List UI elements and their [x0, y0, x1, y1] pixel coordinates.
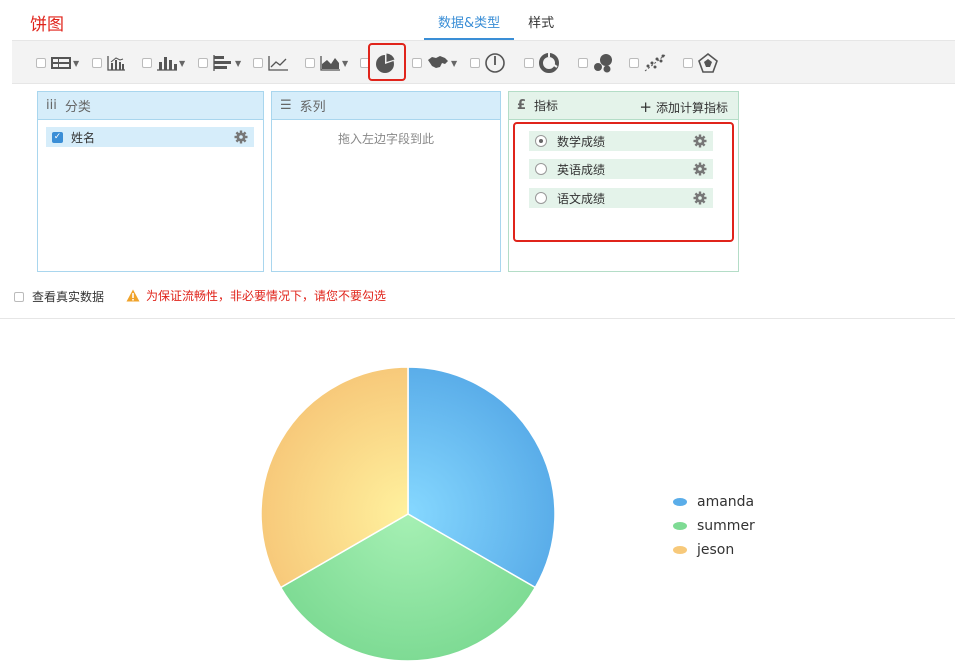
checkbox[interactable]: [683, 58, 693, 68]
pie-chart: [260, 366, 556, 662]
chart-type-gauge[interactable]: [470, 53, 506, 73]
chevron-down-icon: ▼: [342, 58, 349, 68]
page-title: 饼图: [30, 15, 64, 35]
chevron-down-icon: ▼: [451, 58, 458, 68]
checkbox-checked-icon[interactable]: ✓: [52, 131, 63, 143]
chart-type-map[interactable]: ▼: [412, 53, 457, 73]
add-measure-label: 添加计算指标: [655, 101, 728, 115]
ring-icon: [539, 53, 559, 73]
checkbox[interactable]: [92, 58, 102, 68]
category-field-item[interactable]: ✓ 姓名: [46, 127, 254, 147]
combo-bar-icon: [107, 56, 125, 71]
legend-item-amanda[interactable]: amanda: [673, 490, 755, 514]
legend-swatch: [673, 522, 687, 530]
series-panel-header: ☰ 系列: [272, 92, 500, 120]
plus-icon: +: [639, 98, 652, 116]
chart-type-combo-bar[interactable]: [92, 53, 126, 73]
checkbox[interactable]: [14, 291, 24, 302]
series-drop-hint: 拖入左边字段到此: [337, 132, 434, 146]
chevron-down-icon: ▼: [73, 58, 80, 68]
gear-icon[interactable]: [234, 130, 248, 144]
gauge-icon: [485, 53, 505, 73]
list-icon: ☰: [280, 98, 292, 113]
checkbox[interactable]: [412, 58, 422, 68]
checkbox[interactable]: [253, 58, 263, 68]
measure-highlight: [513, 122, 734, 242]
tab-style[interactable]: 样式: [514, 0, 568, 40]
checkbox[interactable]: [305, 58, 315, 68]
tab-bar: 数据&类型 样式: [424, 0, 568, 40]
legend-item-jeson[interactable]: jeson: [673, 538, 755, 562]
scatter-icon: [644, 54, 666, 72]
legend-label: amanda: [697, 494, 755, 510]
legend-swatch: [673, 498, 687, 506]
category-panel: iii 分类 ✓ 姓名: [37, 91, 264, 272]
chart-type-scatter[interactable]: [629, 53, 667, 73]
tab-data-type[interactable]: 数据&类型: [424, 0, 515, 40]
map-icon: [428, 56, 448, 68]
chart-type-ring[interactable]: [524, 53, 560, 73]
table-icon: [51, 57, 71, 69]
area-icon: [320, 56, 340, 71]
checkbox[interactable]: [578, 58, 588, 68]
checkbox[interactable]: [524, 58, 534, 68]
real-data-label: 查看真实数据: [32, 290, 105, 304]
category-panel-title: 分类: [64, 100, 91, 115]
chart-type-bar[interactable]: ▼: [142, 53, 185, 73]
selected-chart-highlight: [368, 43, 406, 81]
chart-type-area[interactable]: ▼: [305, 53, 348, 73]
bar-icon: [157, 57, 177, 71]
warning-text: 为保证流畅性，非必要情况下，请您不要勾选: [146, 289, 387, 303]
checkbox[interactable]: [142, 58, 152, 68]
checkbox[interactable]: [198, 58, 208, 68]
warning-message: 为保证流畅性，非必要情况下，请您不要勾选: [126, 287, 386, 304]
horizontal-bar-icon: [213, 55, 231, 71]
divider: [0, 318, 955, 319]
legend-label: summer: [697, 518, 755, 534]
legend-swatch: [673, 546, 687, 554]
chart-type-bubble[interactable]: [578, 53, 614, 73]
chart-type-line[interactable]: [253, 53, 289, 73]
radar-icon: [698, 52, 718, 73]
category-panel-header: iii 分类: [38, 92, 263, 120]
category-field-label: 姓名: [71, 130, 96, 145]
chart-type-table[interactable]: ▼: [36, 53, 79, 73]
real-data-option[interactable]: 查看真实数据: [14, 288, 104, 305]
indicator-panel-title: 指标: [534, 99, 559, 113]
checkbox[interactable]: [36, 58, 46, 68]
measure-icon: £: [517, 98, 527, 113]
series-panel-title: 系列: [299, 100, 326, 115]
legend-label: jeson: [697, 542, 735, 558]
chart-legend: amanda summer jeson: [673, 490, 755, 562]
legend-item-summer[interactable]: summer: [673, 514, 755, 538]
chart-type-radar[interactable]: [683, 52, 719, 73]
checkbox[interactable]: [629, 58, 639, 68]
indicator-panel-header: £ 指标 + 添加计算指标: [509, 92, 738, 120]
checkbox[interactable]: [470, 58, 480, 68]
chevron-down-icon: ▼: [235, 58, 242, 68]
bubble-icon: [594, 54, 612, 73]
chevron-down-icon: ▼: [179, 58, 186, 68]
dimension-icon: iii: [46, 98, 57, 113]
chart-type-horizontal-bar[interactable]: ▼: [198, 53, 241, 73]
add-measure-button[interactable]: + 添加计算指标: [639, 98, 728, 116]
chart-type-toolbar: ▼ ▼ ▼ ▼ ▼: [12, 40, 955, 84]
series-panel[interactable]: ☰ 系列 拖入左边字段到此: [271, 91, 501, 272]
line-icon: [268, 56, 288, 71]
warning-icon: [126, 289, 140, 302]
